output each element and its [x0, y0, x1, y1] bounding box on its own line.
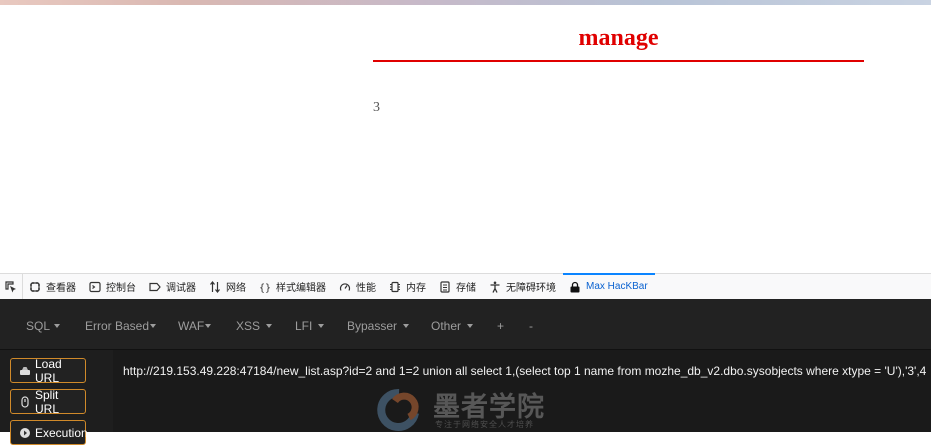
tab-accessibility[interactable]: 无障碍环境	[483, 274, 563, 299]
load-icon	[19, 365, 31, 377]
menu-label: LFI	[295, 319, 313, 333]
tab-label: Max HacKBar	[586, 281, 648, 292]
hackbar-icon	[569, 281, 581, 293]
caret-down-icon	[318, 323, 325, 328]
tab-label: 样式编辑器	[276, 283, 326, 294]
element-picker-button[interactable]	[0, 274, 23, 299]
menu-label: Bypasser	[347, 319, 398, 333]
menu-label: -	[529, 319, 533, 333]
page-content: manage 3	[0, 5, 931, 273]
menu-sql[interactable]: SQL	[26, 319, 61, 333]
tab-label: 性能	[356, 283, 376, 294]
menu-minus[interactable]: -	[529, 319, 533, 333]
tab-style-editor[interactable]: {} 样式编辑器	[253, 274, 333, 299]
execute-icon	[19, 427, 31, 439]
hackbar-panel: SQL Error Based WAF XSS LFI Bypasser Oth…	[0, 299, 931, 445]
memory-icon	[389, 281, 401, 293]
load-url-button[interactable]: Load URL	[10, 356, 86, 385]
menu-label: Error Based	[85, 319, 150, 333]
tab-label: 网络	[226, 283, 246, 294]
caret-down-icon	[266, 323, 273, 328]
inspector-icon	[29, 281, 41, 293]
url-value: http://219.153.49.228:47184/new_list.asp…	[123, 364, 927, 378]
console-icon	[89, 281, 101, 293]
caret-down-icon	[205, 323, 212, 328]
menu-bypasser[interactable]: Bypasser	[347, 319, 410, 333]
tab-debugger[interactable]: 调试器	[143, 274, 203, 299]
caret-down-icon	[467, 323, 474, 328]
caret-down-icon	[150, 323, 157, 328]
tab-network[interactable]: 网络	[203, 274, 253, 299]
svg-text:{}: {}	[259, 283, 271, 293]
tab-label: 存储	[456, 283, 476, 294]
tab-label: 内存	[406, 283, 426, 294]
tab-label: 无障碍环境	[506, 283, 556, 294]
split-url-button[interactable]: Split URL	[10, 387, 86, 416]
menu-lfi[interactable]: LFI	[295, 319, 325, 333]
tab-storage[interactable]: 存储	[433, 274, 483, 299]
tab-max-hackbar[interactable]: Max HacKBar	[563, 273, 655, 299]
menu-plus[interactable]: +	[497, 319, 504, 333]
tab-inspector[interactable]: 查看器	[23, 274, 83, 299]
debugger-icon	[149, 281, 161, 293]
hackbar-actions: Load URL Split URL Execution	[0, 350, 108, 445]
tab-console[interactable]: 控制台	[83, 274, 143, 299]
caret-down-icon	[403, 323, 410, 328]
storage-icon	[439, 280, 451, 293]
caret-down-icon	[54, 323, 61, 328]
devtools-toolbar: 查看器 控制台 调试器 网络 {} 样式编辑器 性能 内存 存储 无障碍环境 M…	[0, 273, 931, 300]
menu-label: SQL	[26, 319, 51, 333]
network-icon	[209, 280, 221, 293]
query-result: 3	[373, 100, 380, 115]
style-editor-icon: {}	[259, 281, 271, 293]
tab-label: 控制台	[106, 283, 136, 294]
menu-error-based[interactable]: Error Based	[85, 319, 157, 333]
performance-icon	[339, 281, 351, 293]
hackbar-menu-bar: SQL Error Based WAF XSS LFI Bypasser Oth…	[0, 299, 931, 350]
button-label: Execution	[35, 425, 88, 440]
menu-waf[interactable]: WAF	[178, 319, 212, 333]
menu-label: WAF	[178, 319, 205, 333]
button-label: Split URL	[35, 387, 60, 416]
page-title: manage	[578, 25, 659, 51]
split-icon	[19, 395, 31, 408]
menu-xss[interactable]: XSS	[236, 319, 273, 333]
menu-other[interactable]: Other	[431, 319, 474, 333]
tab-memory[interactable]: 内存	[383, 274, 433, 299]
button-label: Load URL	[35, 356, 62, 385]
menu-label: Other	[431, 319, 462, 333]
tab-performance[interactable]: 性能	[333, 274, 383, 299]
url-textarea[interactable]: http://219.153.49.228:47184/new_list.asp…	[113, 350, 931, 432]
tab-label: 查看器	[46, 283, 76, 294]
picker-icon	[5, 280, 16, 292]
title-divider	[373, 60, 864, 62]
menu-label: +	[497, 319, 505, 333]
execute-button[interactable]: Execution	[10, 420, 88, 445]
tab-label: 调试器	[166, 283, 196, 294]
accessibility-icon	[489, 281, 501, 293]
menu-label: XSS	[236, 319, 261, 333]
